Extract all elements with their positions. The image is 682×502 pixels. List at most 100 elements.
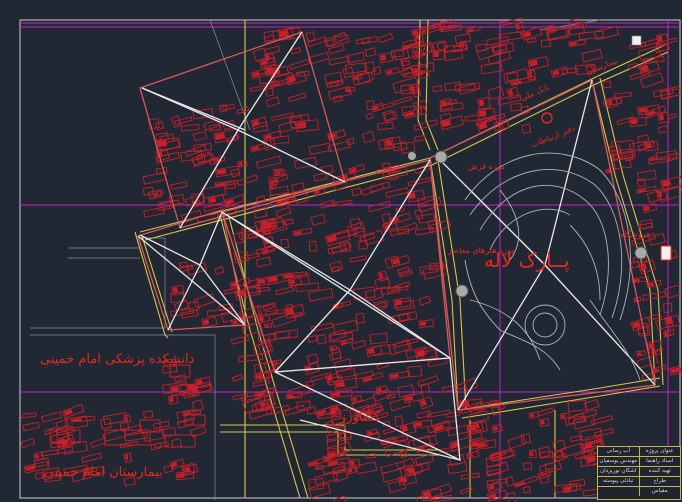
building	[569, 478, 586, 488]
building	[537, 407, 555, 417]
building-fill	[643, 205, 650, 212]
building	[544, 461, 557, 471]
title-cell: عنوان پروژه	[638, 447, 681, 456]
building	[442, 382, 467, 393]
building	[278, 120, 298, 133]
building-fill	[34, 453, 40, 459]
building	[255, 256, 272, 268]
building-fill	[350, 460, 355, 467]
building	[329, 260, 344, 273]
title-cell: مهندس یوسفیان	[599, 458, 638, 464]
network-diagram	[137, 31, 656, 462]
building	[81, 452, 103, 463]
building	[40, 449, 59, 457]
building	[523, 462, 533, 471]
landmark-icon	[634, 246, 648, 260]
building-fill	[216, 168, 227, 175]
building	[331, 266, 341, 273]
building	[143, 410, 154, 419]
building	[316, 334, 327, 345]
landmark-icon	[541, 112, 553, 124]
building	[287, 92, 307, 103]
building-fill	[367, 431, 373, 436]
building	[367, 200, 392, 213]
building	[377, 121, 394, 131]
building	[180, 123, 200, 132]
building	[454, 32, 472, 45]
building	[353, 286, 376, 300]
building-fill	[384, 139, 393, 147]
building	[366, 100, 375, 111]
building-fill	[348, 468, 353, 473]
building	[187, 300, 201, 312]
building	[355, 312, 366, 324]
building-fill	[420, 399, 427, 407]
building	[396, 457, 415, 470]
building	[388, 339, 412, 356]
building-fill	[467, 424, 477, 432]
building-fill	[530, 451, 534, 456]
building	[310, 322, 334, 332]
building-fill	[214, 132, 226, 140]
building	[388, 212, 412, 226]
building	[443, 49, 464, 62]
building	[255, 155, 282, 170]
building	[369, 332, 389, 345]
title-cell: اشکان نوریزدان	[600, 468, 637, 474]
building	[308, 240, 318, 252]
building	[20, 437, 36, 449]
building	[385, 187, 409, 198]
building	[34, 471, 44, 480]
building	[652, 87, 675, 98]
building	[308, 482, 331, 499]
building	[170, 115, 182, 128]
building	[492, 42, 515, 55]
building-fill	[260, 401, 266, 408]
title-row: آب رسانی عنوان پروژه	[598, 447, 680, 457]
building	[510, 102, 522, 112]
building-fill	[265, 324, 269, 328]
building	[263, 45, 281, 55]
building	[390, 49, 405, 58]
building-fill	[529, 71, 533, 78]
building-fill	[414, 422, 423, 427]
building	[401, 60, 410, 67]
building	[143, 206, 166, 218]
building-fill	[508, 89, 514, 97]
building	[292, 227, 313, 237]
building	[444, 81, 462, 92]
building-fill	[657, 190, 663, 198]
building-fill	[352, 397, 357, 402]
building-fill	[460, 42, 465, 48]
landmark-icon	[408, 152, 416, 160]
building	[320, 199, 336, 209]
poi-label: موزه فرش	[468, 162, 506, 171]
title-row: مقیاس	[598, 487, 680, 496]
building	[629, 70, 651, 81]
building	[506, 491, 517, 502]
street-label-keshavarz: کشاورز	[340, 410, 381, 425]
title-cell: استاد راهنما	[638, 457, 681, 466]
title-cell: تبادلی پیوسته	[602, 478, 634, 484]
building	[365, 112, 374, 120]
building	[236, 174, 259, 187]
building	[351, 339, 367, 350]
building	[90, 437, 107, 449]
building	[485, 461, 509, 476]
building	[480, 62, 503, 75]
building	[275, 206, 292, 218]
building	[22, 421, 40, 432]
cad-drawing-canvas[interactable]	[0, 0, 682, 502]
building-fill	[561, 414, 566, 418]
building	[332, 319, 359, 336]
building	[308, 142, 332, 155]
building	[225, 181, 237, 190]
building	[261, 245, 276, 255]
building-fill	[124, 454, 129, 461]
building	[396, 222, 419, 235]
building	[372, 66, 382, 76]
building	[306, 406, 316, 415]
title-row: مهندس یوسفیان استاد راهنما	[598, 457, 680, 467]
building-fill	[196, 379, 203, 386]
building	[265, 87, 274, 97]
